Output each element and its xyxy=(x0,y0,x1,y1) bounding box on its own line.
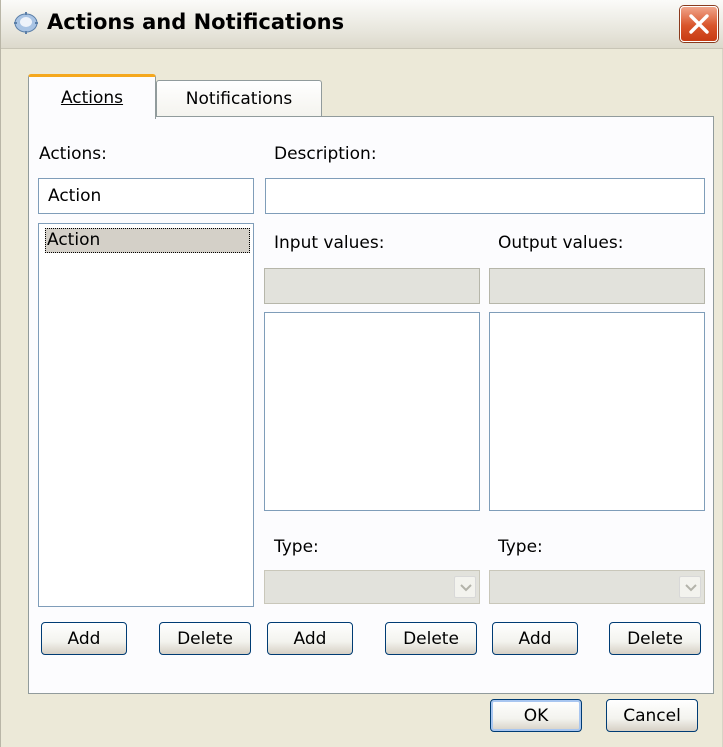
ok-button[interactable]: OK xyxy=(490,699,582,732)
chevron-down-icon xyxy=(679,576,701,598)
actions-list[interactable]: Action xyxy=(38,223,254,607)
add-output-button[interactable]: Add xyxy=(492,622,578,655)
tab-notifications-label: Notifications xyxy=(185,89,293,109)
output-values-label: Output values: xyxy=(498,233,624,253)
input-value-field xyxy=(264,268,480,304)
output-type-label: Type: xyxy=(498,537,543,557)
action-name-field[interactable]: Action xyxy=(38,178,254,214)
input-values-label: Input values: xyxy=(274,233,385,253)
add-action-button[interactable]: Add xyxy=(41,622,127,655)
close-icon xyxy=(689,14,709,34)
delete-input-button[interactable]: Delete xyxy=(385,622,477,655)
tab-actions[interactable]: Actions xyxy=(28,74,156,119)
tab-notifications[interactable]: Notifications xyxy=(156,80,322,117)
title-bar[interactable]: Actions and Notifications xyxy=(1,0,723,49)
output-value-field xyxy=(489,268,705,304)
gear-icon xyxy=(13,11,39,35)
description-field[interactable] xyxy=(265,178,705,214)
tab-actions-label: Actions xyxy=(60,88,124,108)
input-type-label: Type: xyxy=(274,537,319,557)
input-values-list[interactable] xyxy=(264,312,480,511)
delete-action-button[interactable]: Delete xyxy=(159,622,251,655)
actions-tab-panel: Actions: Action Action Description: Inpu… xyxy=(28,116,714,694)
delete-output-button[interactable]: Delete xyxy=(609,622,701,655)
add-input-button[interactable]: Add xyxy=(267,622,353,655)
output-type-select xyxy=(489,570,705,604)
input-type-select xyxy=(264,570,480,604)
cancel-button[interactable]: Cancel xyxy=(606,699,698,732)
chevron-down-icon xyxy=(454,576,476,598)
list-item[interactable]: Action xyxy=(45,228,250,253)
window-title: Actions and Notifications xyxy=(47,10,345,34)
description-label: Description: xyxy=(274,144,377,164)
actions-label: Actions: xyxy=(39,144,107,164)
close-button[interactable] xyxy=(680,6,718,42)
output-values-list[interactable] xyxy=(489,312,705,511)
dialog-window: Actions and Notifications Actions Notifi… xyxy=(0,0,723,747)
